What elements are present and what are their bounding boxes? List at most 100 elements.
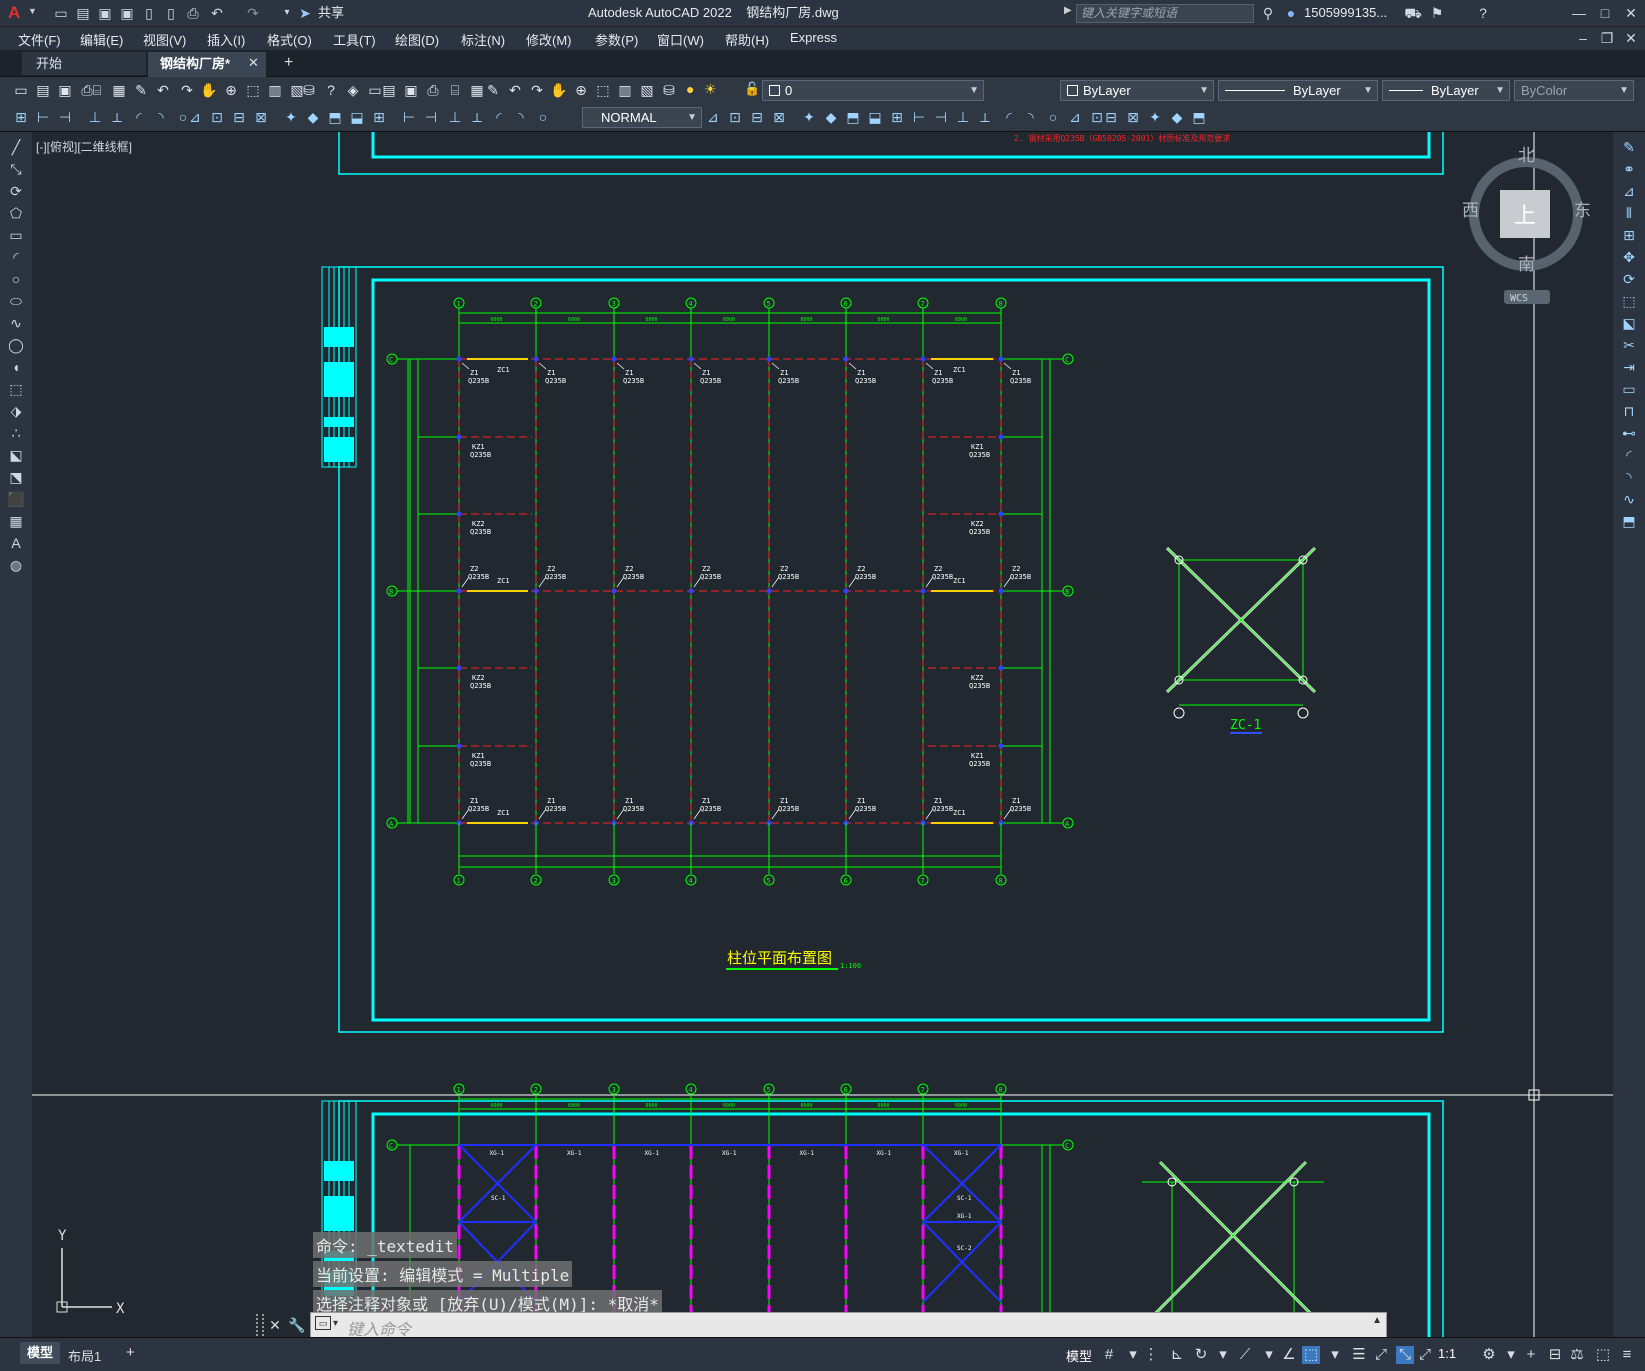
modify-tool-icon[interactable]: ⇥ (1620, 358, 1638, 376)
status-toggle-icon[interactable]: ▾ (1326, 1346, 1344, 1364)
expand-search-icon[interactable]: ▶ (1064, 5, 1072, 16)
save-icon[interactable]: ▣ (96, 4, 114, 22)
toolbar-tool-icon[interactable]: ◜ (1000, 108, 1018, 126)
toolbar-tool-icon[interactable]: ✎ (484, 81, 502, 99)
status-toggle-icon[interactable]: ⤢ (1416, 1346, 1434, 1364)
toolbar-tool-icon[interactable]: ▥ (616, 81, 634, 99)
draw-tool-icon[interactable]: ○ (7, 270, 25, 288)
toolbar-tool-icon[interactable]: ⊞ (12, 108, 30, 126)
toolbar-tool-icon[interactable]: ⬒ (326, 108, 344, 126)
menu-window[interactable]: 窗口(W) (657, 30, 704, 49)
layer-dropdown[interactable]: 0 ▼ (762, 80, 984, 101)
draw-tool-icon[interactable]: ∿ (7, 314, 25, 332)
command-recent-icon[interactable]: ▾ (333, 1318, 338, 1329)
toolbar-tool-icon[interactable]: ▦ (110, 81, 128, 99)
cart-icon[interactable]: ⛟ (1404, 4, 1422, 22)
status-toggle-icon[interactable]: ▾ (1214, 1346, 1232, 1364)
toolbar-tool-icon[interactable]: ▤ (34, 81, 52, 99)
toolbar-tool-icon[interactable]: ✋ (200, 81, 218, 99)
modify-tool-icon[interactable]: ⚭ (1620, 160, 1638, 178)
toolbar-tool-icon[interactable]: ⛁ (660, 81, 678, 99)
open-file-icon[interactable]: ▤ (74, 4, 92, 22)
status-toggle-icon[interactable]: ☰ (1350, 1346, 1368, 1364)
toolbar-tool-icon[interactable]: ⟂ (108, 108, 126, 126)
toolbar-tool-icon[interactable]: ▤ (380, 81, 398, 99)
status-toggle-icon[interactable]: ⚖ (1568, 1346, 1586, 1364)
toolbar-tool-icon[interactable]: ⊞ (888, 108, 906, 126)
toolbar-tool-icon[interactable]: ○ (1044, 108, 1062, 126)
draw-tool-icon[interactable]: ⤡ (7, 160, 25, 178)
search-icon[interactable]: ⚲ (1259, 4, 1277, 22)
autodesk-app-icon[interactable]: ⚑ (1428, 4, 1446, 22)
status-toggle-icon[interactable]: ↻ (1192, 1346, 1210, 1364)
toolbar-tool-icon[interactable]: ⊣ (932, 108, 950, 126)
draw-tool-icon[interactable]: ⬭ (7, 292, 25, 310)
status-toggle-icon[interactable]: ⊟ (1546, 1346, 1564, 1364)
new-tab-button[interactable]: + (284, 54, 293, 72)
layer-light-icon[interactable]: ● (686, 81, 694, 97)
modify-tool-icon[interactable]: ✥ (1620, 248, 1638, 266)
status-toggle-icon[interactable]: # (1100, 1346, 1118, 1364)
toolbar-tool-icon[interactable]: ⌸ (446, 81, 464, 99)
dimstyle-dropdown[interactable]: NORMAL ▼ (582, 107, 702, 128)
draw-tool-icon[interactable]: ⬛ (7, 490, 25, 508)
toolbar-tool-icon[interactable]: ⬚ (244, 81, 262, 99)
toolbar-tool-icon[interactable]: ▭ (12, 81, 30, 99)
toolbar-tool-icon[interactable]: ⊥ (954, 108, 972, 126)
command-settings-icon[interactable]: 🔧 (288, 1316, 306, 1334)
share-icon[interactable]: ➤ (296, 4, 314, 22)
draw-tool-icon[interactable]: ⬔ (7, 468, 25, 486)
view-cube-east[interactable]: 东 (1574, 201, 1591, 221)
status-toggle-icon[interactable]: ⬚ (1302, 1346, 1320, 1364)
draw-tool-icon[interactable]: ⬠ (7, 204, 25, 222)
toolbar-tool-icon[interactable]: ↶ (154, 81, 172, 99)
menu-view[interactable]: 视图(V) (143, 30, 186, 49)
doc-restore-icon[interactable]: ❐ (1598, 29, 1616, 47)
status-toggle-icon[interactable]: ⬚ (1594, 1346, 1612, 1364)
minimize-icon[interactable]: — (1570, 4, 1588, 22)
toolbar-tool-icon[interactable]: ⌸ (88, 81, 106, 99)
save-web-icon[interactable]: ▯ (162, 4, 180, 22)
status-toggle-icon[interactable]: ⋮ (1142, 1346, 1160, 1364)
menu-dimension[interactable]: 标注(N) (461, 30, 505, 49)
model-space-button[interactable]: 模型 (1066, 1346, 1092, 1365)
modify-tool-icon[interactable]: ✂ (1620, 336, 1638, 354)
command-expand-icon[interactable]: ▲ (1372, 1315, 1382, 1326)
toolbar-tool-icon[interactable]: ✎ (132, 81, 150, 99)
modify-tool-icon[interactable]: ∿ (1620, 490, 1638, 508)
toolbar-tool-icon[interactable]: ⊿ (704, 108, 722, 126)
plotstyle-dropdown[interactable]: ByColor ▼ (1514, 80, 1634, 101)
share-label[interactable]: 共享 (318, 4, 344, 22)
toolbar-tool-icon[interactable]: ↶ (506, 81, 524, 99)
modify-tool-icon[interactable]: ⊿ (1620, 182, 1638, 200)
toolbar-tool-icon[interactable]: ⟂ (976, 108, 994, 126)
draw-tool-icon[interactable]: ╱ (7, 138, 25, 156)
view-cube-south[interactable]: 南 (1518, 255, 1535, 275)
toolbar-tool-icon[interactable]: ⬚ (594, 81, 612, 99)
save-as-icon[interactable]: ▣ (118, 4, 136, 22)
close-icon[interactable]: ✕ (1622, 4, 1640, 22)
undo-icon[interactable]: ↶ (208, 4, 226, 22)
menu-insert[interactable]: 插入(I) (207, 30, 245, 49)
toolbar-tool-icon[interactable]: ✦ (800, 108, 818, 126)
modify-tool-icon[interactable]: ⬒ (1620, 512, 1638, 530)
toolbar-tool-icon[interactable]: ✋ (550, 81, 568, 99)
color-dropdown[interactable]: ByLayer ▼ (1060, 80, 1214, 101)
app-logo-icon[interactable]: A (8, 4, 26, 22)
redo-icon[interactable]: ↷ (244, 4, 262, 22)
menu-draw[interactable]: 绘图(D) (395, 30, 439, 49)
draw-tool-icon[interactable]: ⬗ (7, 402, 25, 420)
modify-tool-icon[interactable]: ▭ (1620, 380, 1638, 398)
status-toggle-icon[interactable]: ▾ (1124, 1346, 1142, 1364)
toolbar-tool-icon[interactable]: ▣ (402, 81, 420, 99)
toolbar-tool-icon[interactable]: ⊣ (56, 108, 74, 126)
draw-tool-icon[interactable]: ⬚ (7, 380, 25, 398)
toolbar-tool-icon[interactable]: ◝ (1022, 108, 1040, 126)
toolbar-tool-icon[interactable]: ⊟ (230, 108, 248, 126)
tab-close-icon[interactable]: ✕ (248, 55, 259, 71)
add-layout-button[interactable]: + (126, 1344, 135, 1361)
toolbar-tool-icon[interactable]: ⊠ (252, 108, 270, 126)
tab-model[interactable]: 模型 (20, 1342, 60, 1364)
view-cube[interactable]: 上 北 南 西 东 WCS (1462, 146, 1591, 304)
plot-icon[interactable]: ⎙ (184, 4, 202, 22)
